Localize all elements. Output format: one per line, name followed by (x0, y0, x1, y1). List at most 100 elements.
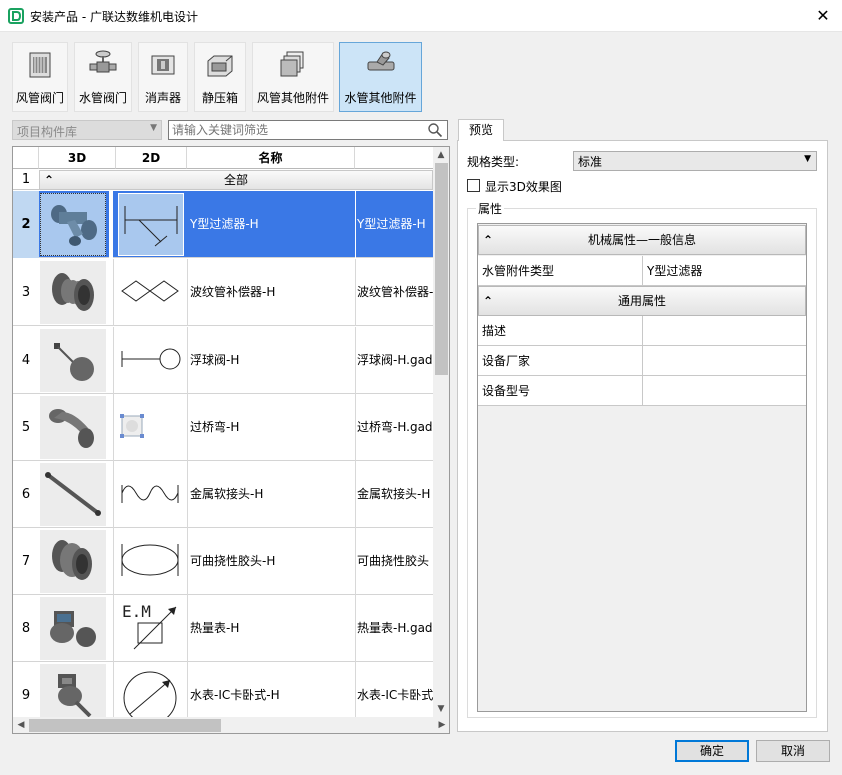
column-header-name[interactable]: 名称 (187, 147, 355, 169)
collapse-icon[interactable]: ⌃ (44, 171, 54, 189)
flexible-joint-3d-thumbnail (40, 530, 106, 593)
property-value[interactable] (642, 376, 806, 405)
property-row[interactable]: 描述 (478, 316, 806, 346)
column-divider (113, 327, 114, 394)
row-number: 3 (21, 285, 31, 300)
window-title: 安装产品 - 广联达数维机电设计 (30, 10, 198, 24)
y-strainer-3d-thumbnail (40, 193, 106, 256)
horizontal-scroll-thumb[interactable] (29, 719, 221, 732)
row-number: 1 (21, 172, 31, 187)
float-valve-3d-thumbnail (40, 329, 106, 392)
flexible-joint-2d-icon (121, 544, 179, 576)
property-group-header[interactable]: ⌃ 机械属性—一般信息 (478, 225, 806, 255)
bellows-compensator-3d-thumbnail (40, 261, 106, 324)
table-row[interactable]: 6 金属软接头-H 金属软接头-H (13, 461, 433, 528)
collapse-icon[interactable]: ⌃ (483, 226, 493, 254)
property-value[interactable] (642, 346, 806, 375)
flexible-joint-2d-thumbnail (118, 530, 184, 593)
bridge-bend-2d-icon (120, 414, 144, 438)
category-plenum-box[interactable]: 静压箱 (194, 42, 246, 112)
show-3d-checkbox[interactable] (467, 179, 480, 192)
table-row[interactable]: 8 E.M 热量表-H 热量表-H.gad (13, 595, 433, 662)
group-label: 全部 (223, 173, 248, 187)
ok-button[interactable]: 确定 (675, 740, 749, 762)
bellows-compensator-2d-thumbnail (118, 261, 184, 324)
category-label: 风管阀门 (15, 91, 64, 105)
properties-grid: ⌃ 机械属性—一般信息 水管附件类型 Y型过滤器 ⌃ 通用属性 描述 设备厂家 … (477, 223, 807, 712)
spec-type-select[interactable]: 标准 ▼ (573, 151, 817, 171)
component-name: 波纹管补偿器-H (190, 285, 276, 299)
search-icon[interactable] (427, 122, 443, 138)
component-file: 过桥弯-H.gad (357, 420, 433, 434)
property-group-header[interactable]: ⌃ 通用属性 (478, 286, 806, 316)
group-row[interactable]: 1 ⌃ 全部 (13, 170, 433, 190)
category-duct-accessory[interactable]: 风管其他附件 (252, 42, 334, 112)
table-row[interactable]: 2 Y型过滤器-H Y型过滤器-H (13, 191, 433, 258)
close-button[interactable]: ✕ (812, 5, 834, 27)
column-header-3d[interactable]: 3D (39, 147, 116, 169)
component-name: 过桥弯-H (190, 420, 240, 434)
y-strainer-2d-icon (124, 206, 178, 247)
row-number: 4 (21, 353, 31, 368)
property-row[interactable]: 设备型号 (478, 376, 806, 406)
column-divider (113, 394, 114, 461)
bellows-compensator-2d-icon (121, 280, 179, 302)
scroll-up-icon[interactable]: ▲ (433, 147, 449, 163)
component-file: 金属软接头-H (357, 487, 431, 501)
row-number: 6 (21, 487, 31, 502)
category-water-valve[interactable]: 水管阀门 (74, 42, 132, 112)
category-duct-valve[interactable]: 风管阀门 (12, 42, 68, 112)
bridge-bend-3d-icon (49, 409, 94, 448)
component-name: 金属软接头-H (190, 487, 264, 501)
property-key: 设备型号 (482, 384, 531, 398)
collapse-icon[interactable]: ⌃ (483, 287, 493, 315)
cancel-button[interactable]: 取消 (756, 740, 830, 762)
component-file: 浮球阀-H.gad (357, 353, 433, 367)
spec-type-label: 规格类型: (467, 155, 520, 169)
column-divider (355, 461, 356, 528)
column-divider (113, 528, 114, 595)
table-row[interactable]: 3 波纹管补偿器-H 波纹管补偿器- (13, 259, 433, 326)
column-header-file (355, 147, 433, 169)
scroll-left-icon[interactable]: ◀ (13, 717, 29, 733)
column-divider (187, 259, 188, 326)
group-bar[interactable]: ⌃ 全部 (39, 170, 433, 190)
heat-meter-3d-icon (50, 611, 96, 647)
category-pipe-accessory[interactable]: 水管其他附件 (339, 42, 422, 112)
water-meter-3d-icon (58, 674, 92, 718)
property-value[interactable]: Y型过滤器 (642, 256, 806, 285)
pipe-accessory-icon (367, 51, 394, 71)
search-box[interactable] (168, 120, 448, 140)
library-select[interactable]: 项目构件库 ▼ (12, 120, 162, 140)
flexible-joint-3d-icon (52, 540, 92, 580)
property-group-title: 机械属性—一般信息 (587, 233, 696, 247)
table-row[interactable]: 7 可曲挠性胶头-H 可曲挠性胶头 (13, 528, 433, 595)
y-strainer-2d-thumbnail (118, 193, 184, 256)
property-row[interactable]: 设备厂家 (478, 346, 806, 376)
row-number: 8 (21, 621, 31, 636)
property-key: 设备厂家 (482, 354, 531, 368)
property-value[interactable] (642, 316, 806, 345)
row-number: 5 (21, 420, 31, 435)
component-grid[interactable]: 3D 2D 名称 1 ⌃ 全部 2 Y型过滤器-H Y型过滤器-H 3 波纹管补… (12, 146, 450, 734)
library-select-value: 项目构件库 (17, 125, 78, 139)
category-silencer[interactable]: 消声器 (138, 42, 188, 112)
table-row[interactable]: 5 过桥弯-H 过桥弯-H.gad (13, 394, 433, 461)
column-divider (187, 461, 188, 528)
category-label: 风管其他附件 (256, 91, 329, 105)
vertical-scroll-thumb[interactable] (435, 163, 448, 375)
search-input[interactable] (169, 121, 419, 139)
table-row[interactable]: 4 浮球阀-H 浮球阀-H.gad (13, 327, 433, 394)
component-file: Y型过滤器-H (357, 217, 426, 231)
property-key: 水管附件类型 (482, 264, 555, 278)
column-header-2d[interactable]: 2D (116, 147, 187, 169)
show-3d-label[interactable]: 显示3D效果图 (485, 178, 562, 195)
tab-preview[interactable]: 预览 (458, 119, 504, 141)
scroll-right-icon[interactable]: ▶ (434, 717, 449, 733)
spec-type-value: 标准 (578, 155, 603, 169)
property-row[interactable]: 水管附件类型 Y型过滤器 (478, 256, 806, 286)
heat-meter-2d-icon: E.M (122, 602, 177, 650)
water-meter-2d-icon (123, 671, 177, 725)
column-divider (113, 461, 114, 528)
scroll-down-icon[interactable]: ▼ (433, 701, 449, 717)
